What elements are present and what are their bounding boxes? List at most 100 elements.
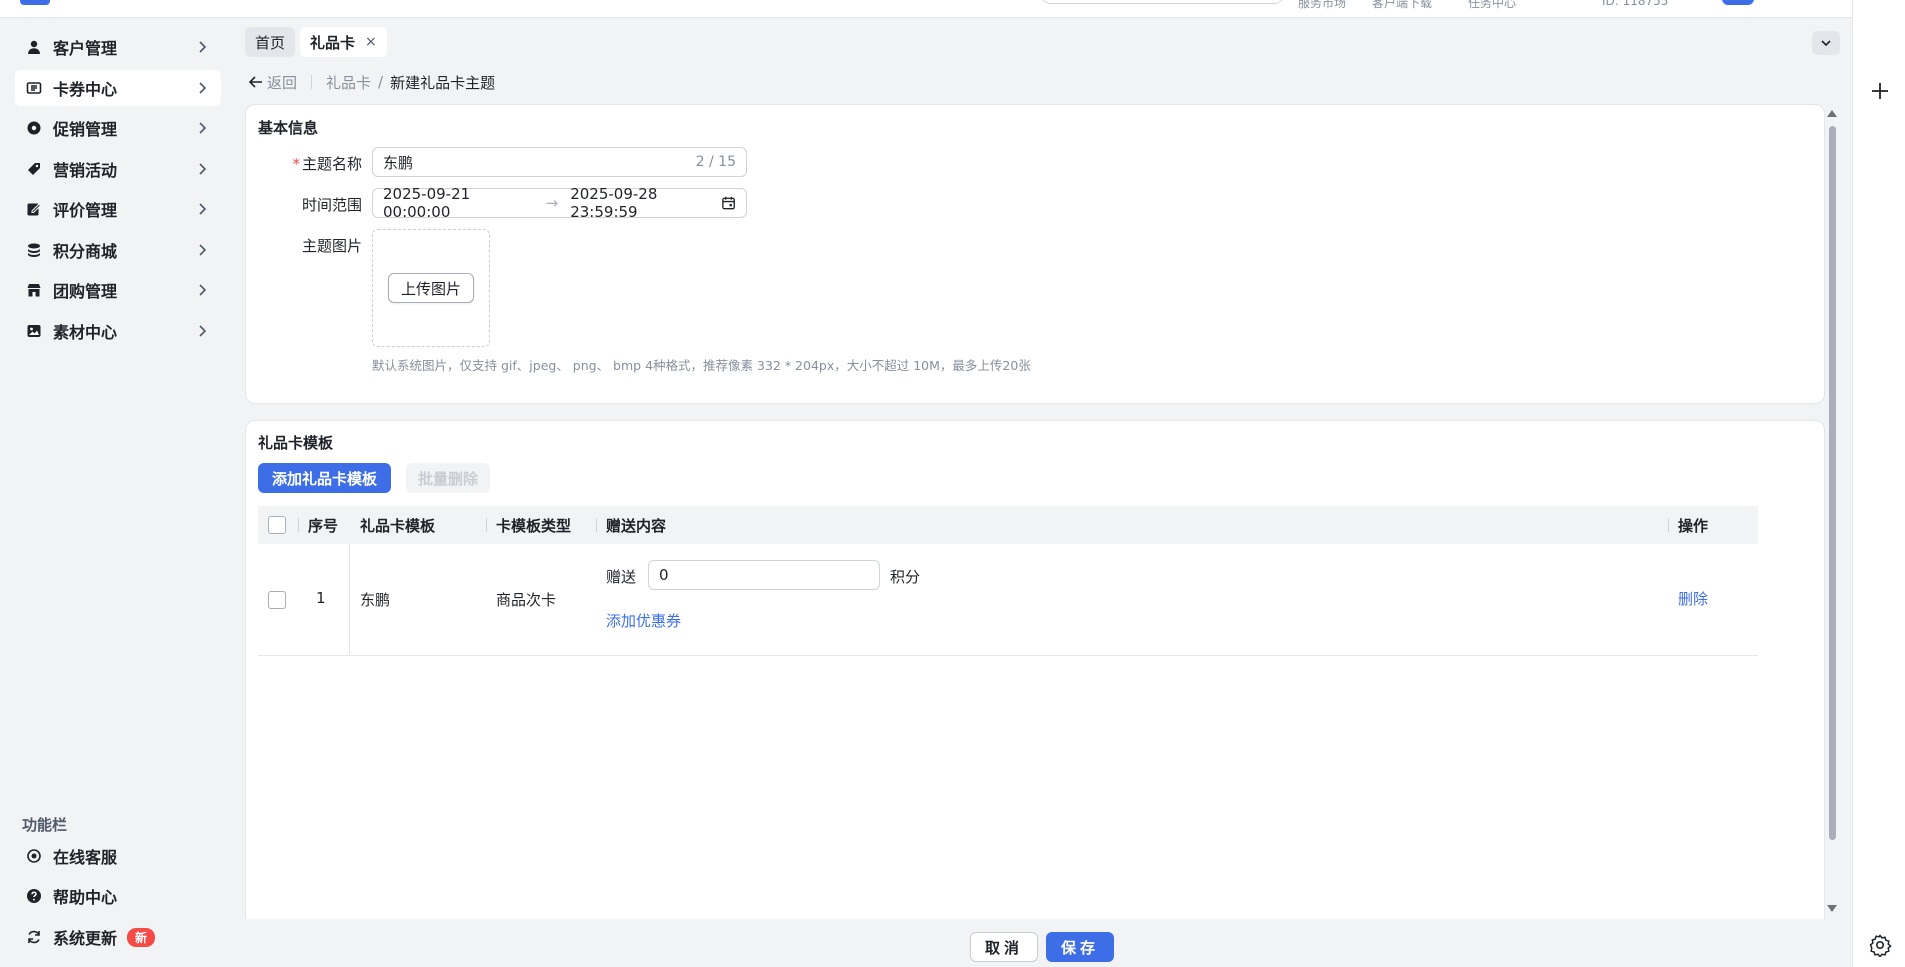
- tag-icon: [25, 160, 43, 178]
- section-title: 礼品卡模板: [258, 434, 334, 452]
- sidebar-item-promotion[interactable]: 促销管理: [15, 110, 221, 146]
- sidebar-item-material[interactable]: 素材中心: [15, 313, 221, 349]
- time-end: 2025-09-28 23:59:59: [570, 185, 658, 221]
- top-header: 服务市场 客户端下载 任务中心 ID: 118755: [0, 0, 1852, 18]
- header-action-button[interactable]: [1722, 0, 1754, 5]
- store-icon: [25, 281, 43, 299]
- sidebar-item-marketing[interactable]: 营销活动: [15, 151, 221, 187]
- refresh-icon: [25, 928, 43, 946]
- chevron-right-icon: [199, 325, 207, 337]
- row-index: 1: [316, 589, 326, 607]
- scroll-thumb[interactable]: [1829, 126, 1836, 840]
- tab-label: 礼品卡: [310, 33, 356, 52]
- delete-row-link[interactable]: 删除: [1678, 588, 1708, 609]
- sidebar-item-online-service[interactable]: 在线客服: [15, 838, 221, 874]
- chevron-right-icon: [199, 244, 207, 256]
- main-content[interactable]: 基本信息 * 主题名称 东鹏 2 / 15 时间范围 2025-09-21 00:…: [245, 104, 1841, 919]
- back-button[interactable]: 返回: [248, 72, 297, 93]
- sidebar-item-label: 营销活动: [53, 161, 118, 180]
- right-toolbar: [1852, 0, 1905, 967]
- sidebar-item-label: 客户管理: [53, 39, 118, 58]
- calendar-icon[interactable]: [721, 195, 736, 211]
- time-range-picker[interactable]: 2025-09-21 00:00:00 → 2025-09-28 23:59:5…: [372, 185, 747, 221]
- table-row: 1 东鹏 商品次卡 赠送 0 积分 添加优惠券 删除: [258, 544, 1758, 656]
- back-label: 返回: [267, 73, 298, 92]
- header-link-service-market[interactable]: 服务市场: [1298, 0, 1346, 11]
- row-template-type: 商品次卡: [496, 591, 557, 609]
- chevron-right-icon: [199, 41, 207, 53]
- breadcrumb: 返回 礼品卡 / 新建礼品卡主题: [248, 72, 495, 92]
- chevron-right-icon: [199, 203, 207, 215]
- tab-home[interactable]: 首页: [245, 27, 296, 57]
- page-tabs: 首页 礼品卡 ×: [245, 27, 387, 57]
- gift-points-input[interactable]: 0: [648, 560, 880, 590]
- image-uploader[interactable]: 上传图片: [372, 229, 490, 347]
- sidebar-item-label: 团购管理: [53, 282, 118, 301]
- header-link-task-center[interactable]: 任务中心: [1468, 0, 1516, 11]
- sidebar-item-review[interactable]: 评价管理: [15, 191, 221, 227]
- coins-icon: [25, 241, 43, 259]
- required-mark: *: [292, 155, 300, 173]
- column-type: 卡模板类型: [486, 506, 571, 544]
- gift-unit: 积分: [890, 568, 921, 586]
- sidebar-item-group-buy[interactable]: 团购管理: [15, 272, 221, 308]
- app-logo[interactable]: [20, 0, 50, 5]
- sidebar-item-coupon-center[interactable]: 卡券中心: [15, 70, 221, 106]
- cancel-button[interactable]: 取消: [970, 932, 1038, 962]
- user-icon: [25, 38, 43, 56]
- scroll-down-arrow[interactable]: [1827, 905, 1837, 912]
- gear-badge-icon: [25, 119, 43, 137]
- main-scrollbar[interactable]: [1826, 106, 1838, 916]
- row-template-name: 东鹏: [360, 591, 391, 609]
- header-link-client-download[interactable]: 客户端下载: [1372, 0, 1432, 11]
- plus-icon[interactable]: [1869, 80, 1891, 102]
- ticket-icon: [25, 79, 43, 97]
- sidebar-item-label: 积分商城: [53, 242, 118, 261]
- upload-image-button[interactable]: 上传图片: [387, 273, 474, 303]
- row-checkbox[interactable]: [268, 591, 286, 609]
- sidebar-item-label: 素材中心: [53, 323, 118, 342]
- theme-image-label: 主题图片: [301, 237, 362, 255]
- gift-prefix: 赠送: [606, 568, 637, 586]
- sidebar-item-label: 系统更新: [53, 929, 118, 948]
- user-id: ID: 118755: [1602, 0, 1669, 8]
- edit-icon: [25, 200, 43, 218]
- gear-icon[interactable]: [1868, 933, 1892, 957]
- time-range-label: 时间范围: [301, 196, 362, 214]
- sidebar-item-system-update[interactable]: 系统更新 新: [15, 919, 221, 955]
- add-template-button[interactable]: 添加礼品卡模板: [258, 463, 392, 493]
- upload-hint: 默认系统图片，仅支持 gif、jpeg、 png、 bmp 4种格式，推荐像素 …: [372, 358, 1031, 373]
- global-search-input[interactable]: [1040, 0, 1285, 4]
- sidebar-item-label: 帮助中心: [53, 888, 118, 907]
- close-icon[interactable]: ×: [365, 34, 377, 50]
- sidebar-item-label: 在线客服: [53, 848, 118, 867]
- tab-gift-card[interactable]: 礼品卡 ×: [300, 27, 387, 57]
- label-text: 主题名称: [301, 155, 362, 173]
- tab-label: 首页: [255, 33, 286, 52]
- function-bar-title: 功能栏: [22, 816, 68, 834]
- help-icon: [25, 887, 43, 905]
- tabs-dropdown-button[interactable]: [1812, 31, 1840, 55]
- gift-points-value: 0: [659, 566, 669, 584]
- header-checkbox-cell: [268, 506, 286, 544]
- breadcrumb-separator: /: [378, 73, 384, 91]
- add-coupon-link[interactable]: 添加优惠券: [606, 610, 681, 631]
- headset-icon: [25, 847, 43, 865]
- sidebar-item-customer[interactable]: 客户管理: [15, 29, 221, 65]
- save-button[interactable]: 保存: [1046, 932, 1114, 962]
- range-arrow: →: [545, 194, 559, 212]
- sidebar-item-label: 卡券中心: [53, 80, 118, 99]
- arrow-left-icon: [248, 76, 262, 88]
- theme-name-input[interactable]: 东鹏 2 / 15: [372, 147, 747, 177]
- breadcrumb-parent[interactable]: 礼品卡: [326, 72, 371, 93]
- column-template: 礼品卡模板: [360, 516, 436, 535]
- select-all-checkbox[interactable]: [268, 516, 286, 534]
- sidebar-item-help-center[interactable]: 帮助中心: [15, 878, 221, 914]
- chevron-right-icon: [199, 82, 207, 94]
- char-count: 2 / 15: [695, 154, 736, 170]
- breadcrumb-current: 新建礼品卡主题: [390, 73, 496, 92]
- scroll-up-arrow[interactable]: [1827, 110, 1837, 117]
- form-footer: 取消 保存: [245, 919, 1841, 967]
- sidebar-item-points-mall[interactable]: 积分商城: [15, 232, 221, 268]
- gift-card-template-card: 礼品卡模板 添加礼品卡模板 批量删除 序号 礼品卡模板 卡模板类型 赠送内容 操…: [245, 420, 1825, 919]
